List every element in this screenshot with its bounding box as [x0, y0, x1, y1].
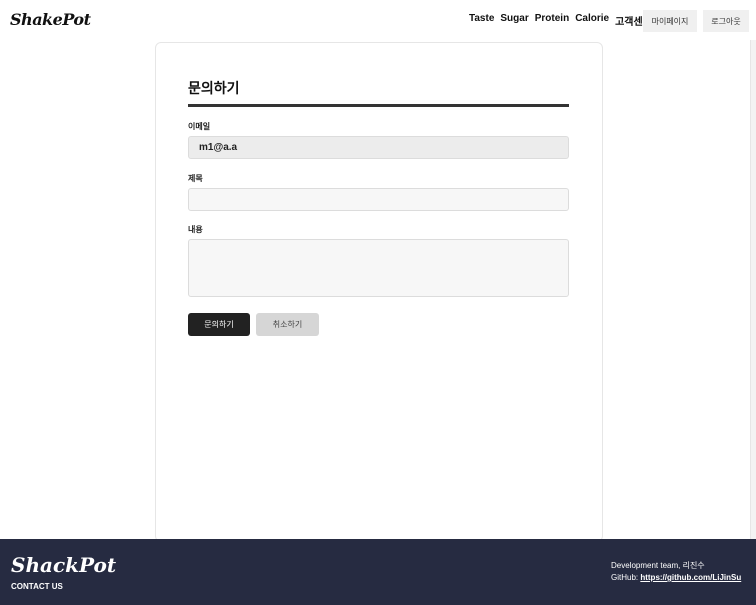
footer-logo: ShackPot [11, 553, 117, 577]
github-info: GitHub: https://github.com/LiJinSu [611, 573, 741, 582]
nav-protein[interactable]: Protein [535, 13, 569, 28]
site-header: ShakePot Taste Sugar Protein Calorie 고객센… [0, 0, 756, 40]
nav-taste[interactable]: Taste [469, 13, 494, 28]
main-nav: Taste Sugar Protein Calorie 고객센터 [469, 13, 652, 28]
cancel-button[interactable]: 취소하기 [256, 313, 319, 336]
github-link[interactable]: https://github.com/LiJinSu [640, 573, 741, 582]
email-label: 이메일 [188, 122, 211, 131]
site-footer: ShackPot CONTACT US Development team, 리진… [0, 539, 756, 605]
contact-us-link[interactable]: CONTACT US [11, 582, 63, 591]
logout-button[interactable]: 로그아웃 [703, 10, 749, 32]
content-label: 내용 [188, 225, 203, 234]
email-field[interactable] [188, 136, 569, 159]
nav-sugar[interactable]: Sugar [500, 13, 528, 28]
page-scrollbar[interactable] [750, 40, 756, 540]
submit-inquiry-button[interactable]: 문의하기 [188, 313, 250, 336]
title-divider [188, 104, 569, 107]
dev-team-text: Development team, 리진수 [611, 561, 705, 570]
content-textarea[interactable] [188, 239, 569, 297]
subject-input[interactable] [188, 188, 569, 211]
nav-calorie[interactable]: Calorie [575, 13, 609, 28]
site-logo[interactable]: ShakePot [10, 10, 91, 29]
subject-label: 제목 [188, 174, 203, 183]
page-title: 문의하기 [188, 80, 240, 96]
mypage-button[interactable]: 마이페이지 [643, 10, 697, 32]
github-prefix: GitHub: [611, 573, 641, 582]
